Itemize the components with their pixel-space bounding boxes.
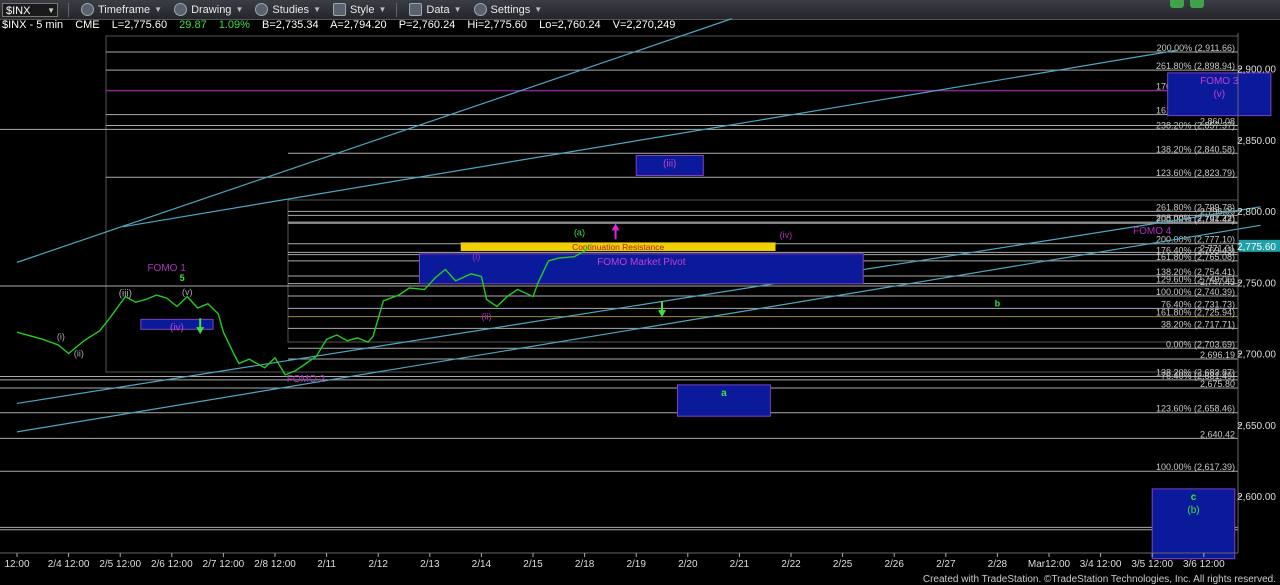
x-tick-label: 2/25 [833, 559, 853, 570]
fib-level-label: 2,640.42 [1200, 429, 1235, 439]
fib-level-label: 261.80% (2,898.94) [1156, 61, 1235, 71]
wave-label: FOMO 2 [287, 374, 326, 385]
zone-label: (iii) [663, 159, 676, 170]
x-tick-label: 2/15 [523, 559, 543, 570]
wave-label: FOMO 4 [1133, 226, 1172, 237]
x-tick-label: 2/18 [575, 559, 595, 570]
fib-level-label: 238.20% (2,857.37) [1156, 120, 1235, 130]
x-tick-label: 2/28 [988, 559, 1008, 570]
trendline [16, 18, 732, 263]
zone-label: a [721, 388, 727, 399]
x-tick-label: 3/5 12:00 [1131, 559, 1173, 570]
fib-level-label: 0.00% (2,703.69) [1166, 339, 1235, 349]
fib-frame [105, 35, 1239, 373]
x-tick-label: 2/4 12:00 [48, 559, 90, 570]
y-tick-label: 2,650.00 [1237, 421, 1276, 432]
y-tick-label: 2,900.00 [1237, 65, 1276, 76]
x-tick-label: 2/5 12:00 [99, 559, 141, 570]
last-price-label: 2,775.60 [1237, 242, 1276, 253]
fib-level-label: 100.00% (2,617.39) [1156, 462, 1235, 472]
zone-sub-label: (b) [1187, 505, 1199, 516]
fib-level-label: 38.20% (2,717.71) [1161, 319, 1235, 329]
footer-credit: Created with TradeStation. ©TradeStation… [922, 574, 1276, 585]
arrow-down-icon [658, 310, 666, 318]
arrow-down-icon [196, 327, 205, 335]
wave-label: (i) [472, 252, 480, 262]
wave-label: (i) [57, 331, 65, 341]
x-tick-label: 2/13 [420, 559, 440, 570]
wave-label: (iii) [119, 289, 132, 300]
y-tick-label: 2,700.00 [1237, 350, 1276, 361]
x-tick-label: 2/22 [781, 559, 801, 570]
x-tick-label: 2/19 [626, 559, 646, 570]
zone-label: FOMO 3 [1200, 76, 1239, 87]
zone-sub-label: (v) [1213, 89, 1225, 100]
fib-level-label: 123.60% (2,658.46) [1156, 404, 1235, 414]
x-tick-label: Mar12:00 [1028, 559, 1071, 570]
fib-level-label: 2,675.80 [1200, 379, 1235, 389]
x-tick-label: 2/7 12:00 [203, 559, 245, 570]
x-tick-label: 2/11 [317, 559, 336, 570]
price-chart[interactable]: 200.00% (2,911.66)261.80% (2,898.94)176.… [0, 0, 1280, 585]
x-tick-label: 3/4 12:00 [1080, 559, 1122, 570]
fib-level-label: 161.80% (2,765.08) [1156, 252, 1235, 262]
x-tick-label: 2/14 [472, 559, 492, 570]
zone-label: FOMO Market Pivot [597, 257, 686, 268]
fib-level-label: 2,747.43 [1200, 277, 1235, 287]
x-tick-label: 2/26 [884, 559, 904, 570]
arrow-up-icon [611, 223, 620, 231]
wave-label: b [995, 299, 1001, 309]
x-tick-label: 2/21 [730, 559, 750, 570]
x-tick-label: 2/6 12:00 [151, 559, 193, 570]
fib-level-label: 200.00% (2,791.42) [1156, 214, 1235, 224]
fib-level-label: 100.00% (2,740.39) [1156, 287, 1235, 297]
y-tick-label: 2,600.00 [1237, 492, 1276, 503]
x-tick-label: 2/8 12:00 [254, 559, 296, 570]
wave-label: (iv) [780, 230, 793, 240]
wave-label: (v) [182, 287, 193, 297]
x-tick-label: 2/27 [936, 559, 956, 570]
y-tick-label: 2,850.00 [1237, 136, 1276, 147]
y-tick-label: 2,800.00 [1237, 207, 1276, 218]
wave-label: (a) [574, 227, 585, 237]
zone-label: (iv) [170, 322, 184, 333]
x-tick-label: 2/20 [678, 559, 698, 570]
wave-label: 5 [180, 273, 185, 283]
wave-label: (ii) [482, 311, 492, 321]
x-tick-label: 3/6 12:00 [1183, 559, 1225, 570]
fib-level-label: 161.80% (2,725.94) [1156, 308, 1235, 318]
fib-level-label: 2,696.19 [1200, 350, 1235, 360]
fib-level-label: 138.20% (2,840.58) [1156, 144, 1235, 154]
x-tick-label: 12:00 [4, 559, 29, 570]
x-tick-label: 2/12 [368, 559, 388, 570]
y-tick-label: 2,750.00 [1237, 278, 1276, 289]
zone-label: c [1191, 492, 1197, 503]
fib-level-label: 123.60% (2,823.79) [1156, 168, 1235, 178]
wave-label: (ii) [74, 348, 84, 358]
